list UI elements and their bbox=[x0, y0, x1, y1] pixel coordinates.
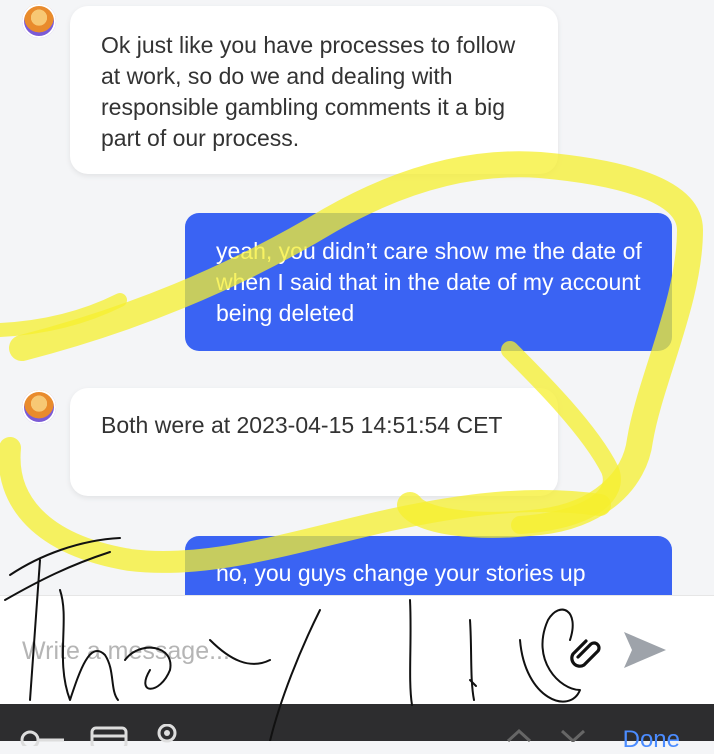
keyboard-toolbar: Done bbox=[0, 704, 714, 753]
user-message: yeah, you didn’t care show me the date o… bbox=[185, 213, 672, 351]
message-input[interactable] bbox=[20, 630, 544, 672]
agent-message-text: Ok just like you have processes to follo… bbox=[101, 32, 516, 151]
chat-transcript[interactable]: Ok just like you have processes to follo… bbox=[0, 0, 714, 595]
chevron-up-icon[interactable] bbox=[506, 728, 532, 742]
chevron-down-icon[interactable] bbox=[560, 728, 586, 742]
location-pin-icon[interactable] bbox=[154, 724, 180, 744]
credit-card-icon[interactable] bbox=[90, 726, 128, 746]
key-icon[interactable] bbox=[20, 730, 66, 746]
paperclip-icon[interactable] bbox=[566, 630, 606, 670]
send-arrow-icon[interactable] bbox=[622, 628, 668, 672]
user-message-text: yeah, you didn’t care show me the date o… bbox=[216, 238, 642, 326]
message-composer bbox=[0, 595, 714, 705]
done-button[interactable]: Done bbox=[623, 726, 680, 754]
agent-message-text: Both were at 2023-04-15 14:51:54 CET bbox=[101, 412, 503, 438]
user-message-text: no, you guys change your stories up bbox=[216, 560, 586, 586]
agent-avatar bbox=[22, 4, 56, 38]
agent-message: Both were at 2023-04-15 14:51:54 CET bbox=[70, 388, 558, 496]
agent-message: Ok just like you have processes to follo… bbox=[70, 6, 558, 174]
user-message: no, you guys change your stories up bbox=[185, 536, 672, 595]
agent-avatar bbox=[22, 390, 56, 424]
